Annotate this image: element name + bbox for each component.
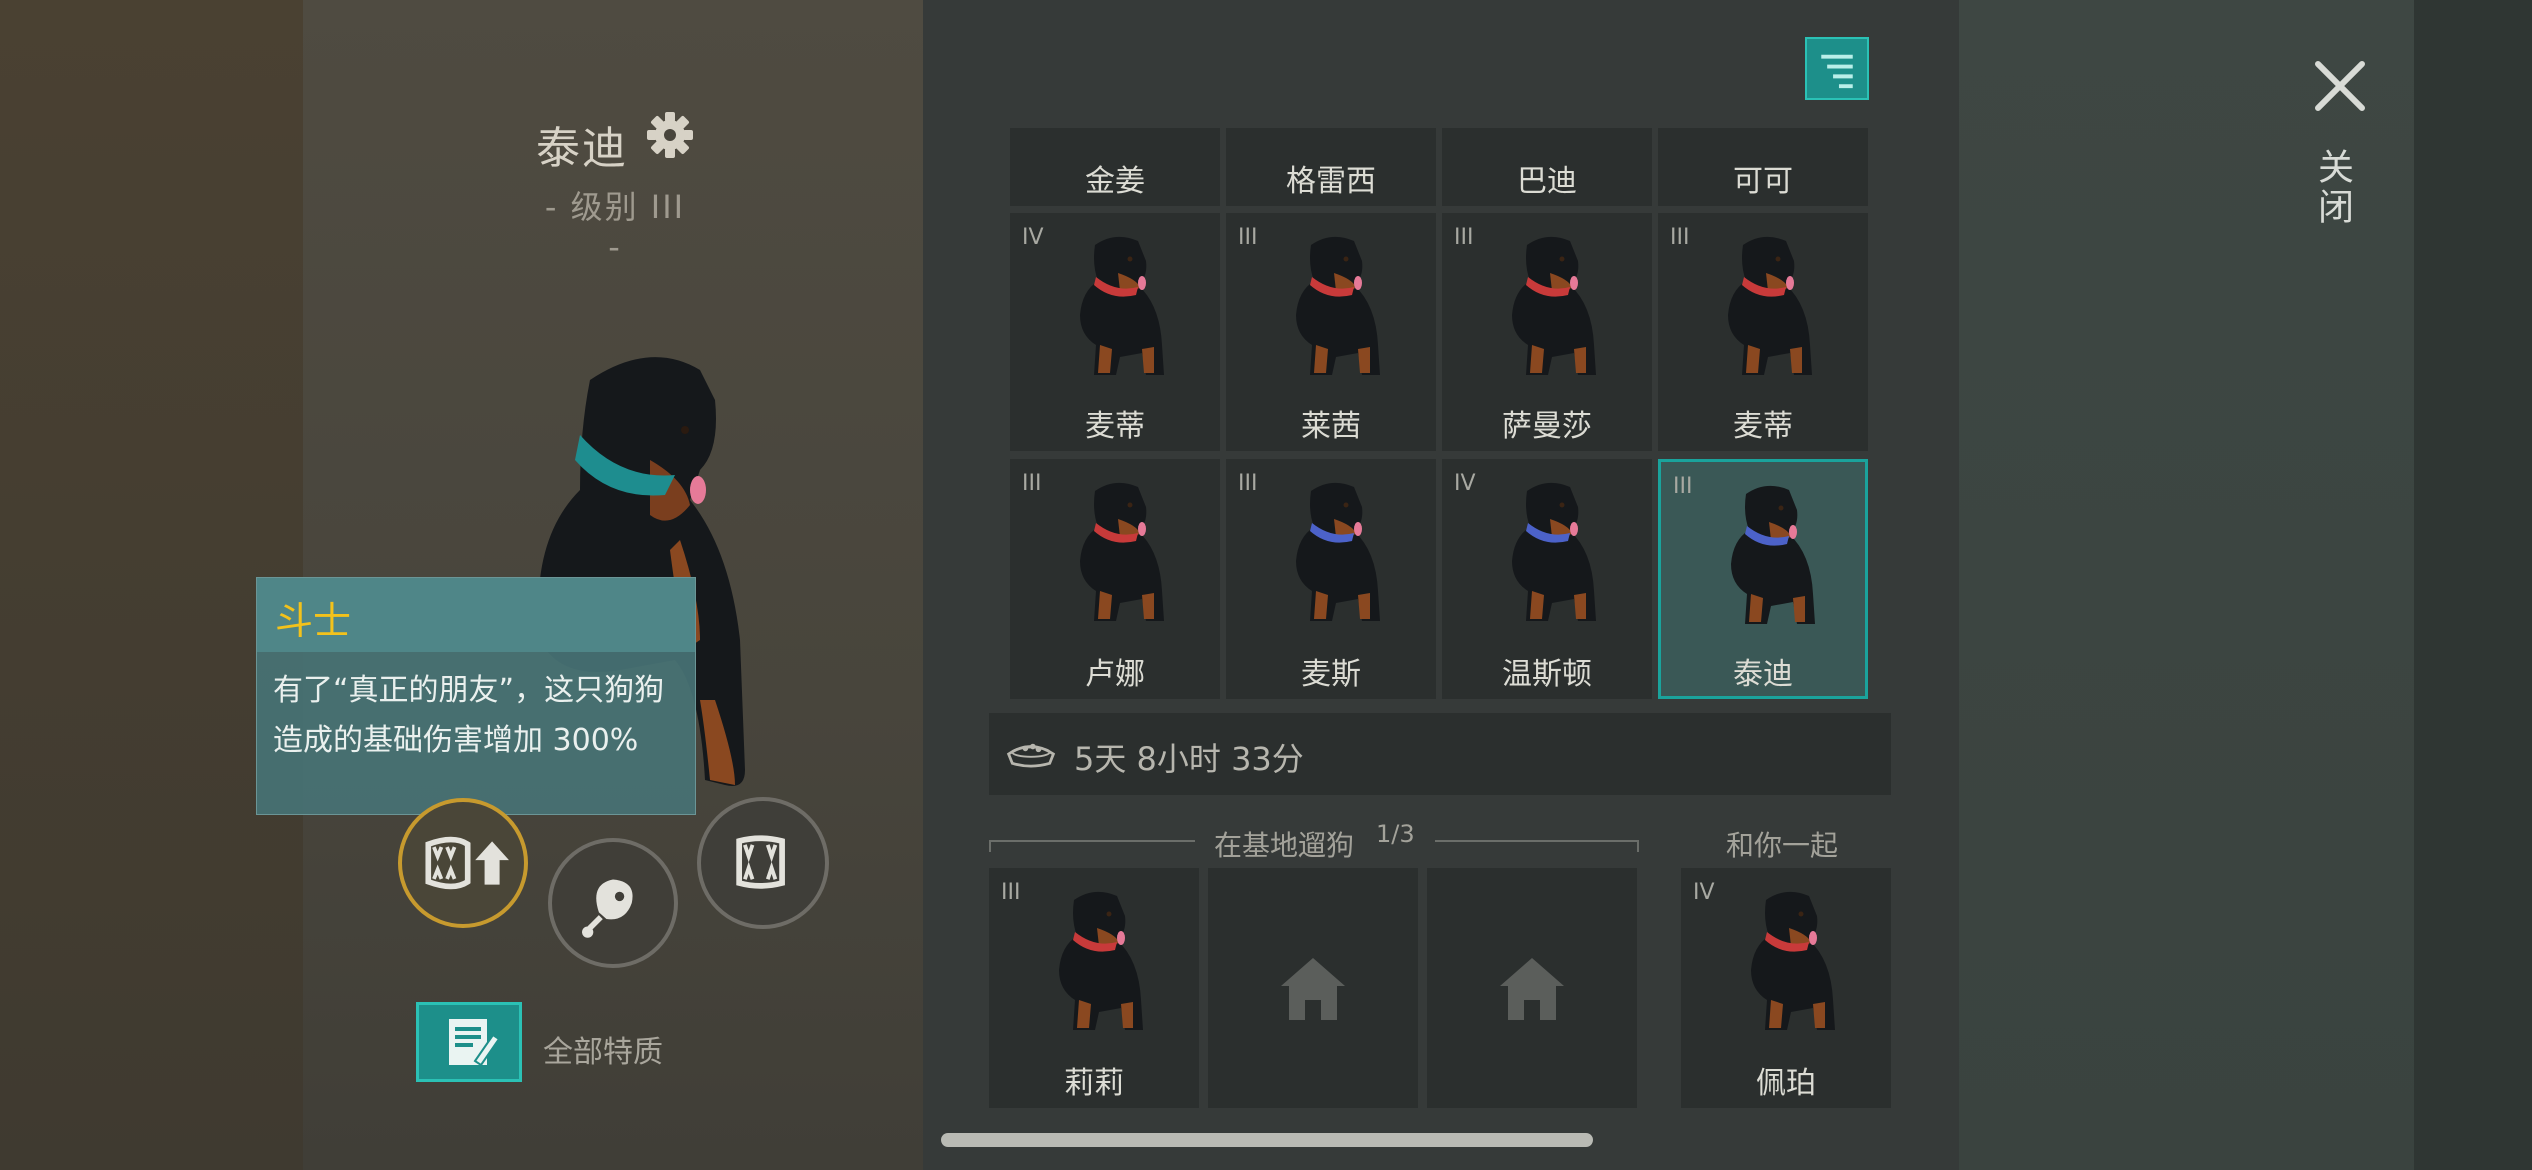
dog-card[interactable]: 格雷西 <box>1226 128 1436 206</box>
dog-card-name: 麦蒂 <box>1733 409 1793 444</box>
background-right-edge <box>2414 0 2532 1170</box>
walk-slot-empty[interactable] <box>1208 868 1418 1108</box>
menu-filter-icon <box>1821 54 1853 89</box>
dog-card-rank: III <box>1673 474 1693 499</box>
all-traits-button[interactable] <box>416 1002 522 1082</box>
dog-level: - 级别 III - <box>544 188 686 266</box>
dog-bowl-icon <box>1006 743 1056 768</box>
dog-card-name: 金姜 <box>1085 164 1145 199</box>
dog-card-rank: III <box>1238 225 1258 250</box>
dog-card-name: 格雷西 <box>1286 164 1376 199</box>
tooltip-title: 斗士 <box>275 599 352 643</box>
walk-section-count: 1/3 <box>1376 820 1415 848</box>
home-icon <box>1281 958 1345 1020</box>
rottweiler-icon <box>1512 236 1596 375</box>
divider <box>989 840 991 852</box>
dog-card-name: 卢娜 <box>1085 657 1145 692</box>
dog-card[interactable]: 可可 <box>1658 128 1868 206</box>
gear-icon[interactable] <box>645 110 695 160</box>
dog-card-name: 佩珀 <box>1756 1066 1816 1101</box>
dog-card[interactable]: III 麦蒂 <box>1658 213 1868 451</box>
walk-slot-empty[interactable] <box>1427 868 1637 1108</box>
walk-slot[interactable]: III 莉莉 <box>989 868 1199 1108</box>
dog-card-name: 萨曼莎 <box>1502 409 1592 444</box>
walk-section-label: 在基地遛狗 <box>1214 829 1355 862</box>
notes-edit-icon <box>449 1019 501 1067</box>
dog-card[interactable]: III 萨曼莎 <box>1442 213 1652 451</box>
dog-card[interactable]: 金姜 <box>1010 128 1220 206</box>
rottweiler-icon <box>1296 482 1380 621</box>
fang-icon <box>736 835 785 889</box>
dog-name: 泰迪 <box>536 123 628 174</box>
rottweiler-icon <box>1751 891 1835 1030</box>
dog-card-name: 莱茜 <box>1301 409 1361 444</box>
dog-card-rank: III <box>1454 225 1474 250</box>
divider <box>1435 840 1639 842</box>
dog-card-rank: IV <box>1022 225 1044 250</box>
rottweiler-icon <box>1512 482 1596 621</box>
dog-card[interactable]: III 莱茜 <box>1226 213 1436 451</box>
dog-card-name: 泰迪 <box>1733 657 1793 692</box>
fang-upgrade-icon <box>425 836 509 890</box>
dog-card-name: 温斯顿 <box>1502 657 1592 692</box>
rottweiler-icon <box>1296 236 1380 375</box>
close-label[interactable]: 关闭 <box>2312 148 2358 228</box>
rottweiler-icon <box>1728 236 1812 375</box>
rottweiler-icon <box>1080 236 1164 375</box>
dog-card-rank: IV <box>1693 880 1715 905</box>
rottweiler-icon <box>1080 482 1164 621</box>
dog-card-rank: IV <box>1454 471 1476 496</box>
divider <box>1637 840 1639 852</box>
rottweiler-icon <box>1059 891 1143 1030</box>
dog-card-rank: III <box>1022 471 1042 496</box>
trait-tooltip: 斗士 有了“真正的朋友”，这只狗狗造成的基础伤害增加 300% <box>256 577 696 815</box>
ability-meat-button[interactable] <box>548 838 678 968</box>
companion-section-label: 和你一起 <box>1726 829 1839 862</box>
dog-card-rank: III <box>1670 225 1690 250</box>
dog-card-name: 麦斯 <box>1301 657 1361 692</box>
dog-card[interactable]: IV 温斯顿 <box>1442 459 1652 699</box>
dog-card[interactable]: III 麦斯 <box>1226 459 1436 699</box>
dog-card-name: 可可 <box>1733 164 1793 199</box>
dog-card[interactable]: 巴迪 <box>1442 128 1652 206</box>
ability-fang-button[interactable] <box>697 797 829 929</box>
dog-card[interactable]: III 卢娜 <box>1010 459 1220 699</box>
divider <box>989 840 1195 842</box>
dog-card-selected[interactable]: III 泰迪 <box>1658 459 1868 699</box>
dog-card-name: 麦蒂 <box>1085 409 1145 444</box>
tooltip-text: 有了“真正的朋友”，这只狗狗造成的基础伤害增加 300% <box>273 673 665 758</box>
horizontal-scrollbar[interactable] <box>941 1133 1593 1147</box>
ability-fang-upgrade-button[interactable] <box>398 798 528 928</box>
dog-card[interactable]: IV 麦蒂 <box>1010 213 1220 451</box>
dog-card-name: 莉莉 <box>1064 1066 1124 1101</box>
dog-card-rank: III <box>1001 880 1021 905</box>
meat-icon <box>582 879 633 938</box>
sort-menu-button[interactable] <box>1805 37 1869 100</box>
dog-card-rank: III <box>1238 471 1258 496</box>
close-icon[interactable] <box>2312 58 2368 114</box>
home-icon <box>1500 958 1564 1020</box>
feed-timer-text: 5天 8小时 33分 <box>1074 740 1304 778</box>
dog-card-name: 巴迪 <box>1517 164 1577 199</box>
all-traits-label[interactable]: 全部特质 <box>543 1027 663 1071</box>
companion-slot[interactable]: IV 佩珀 <box>1681 868 1891 1108</box>
rottweiler-icon <box>1731 485 1815 624</box>
